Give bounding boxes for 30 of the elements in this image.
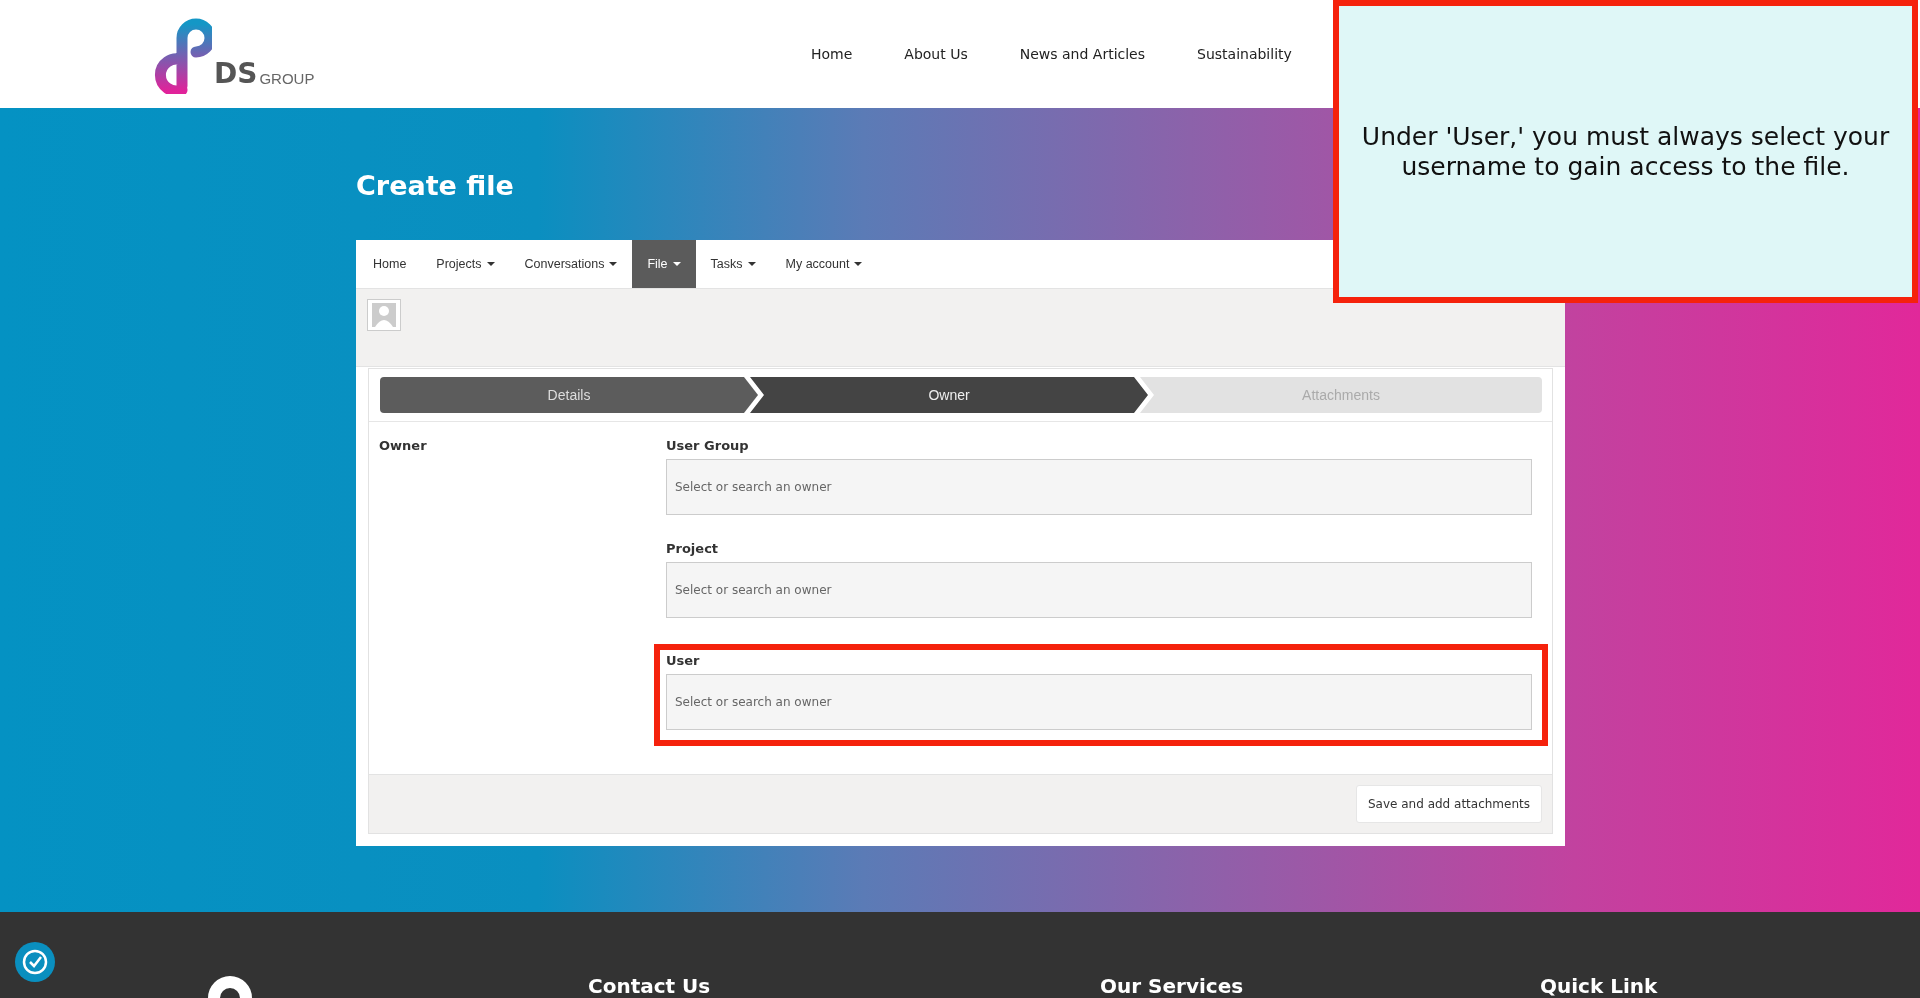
avatar-icon — [367, 299, 401, 331]
menu-tab[interactable]: My account — [770, 240, 878, 288]
wizard-step[interactable]: Details — [380, 377, 758, 413]
nav-link[interactable]: News and Articles — [1019, 38, 1145, 70]
owner-select[interactable]: Select or search an owner — [666, 459, 1532, 515]
logo-text: DS — [214, 60, 258, 88]
logo-subtext: GROUP — [259, 70, 315, 87]
field-label: User — [666, 653, 701, 668]
menu-tab[interactable]: Tasks — [695, 240, 771, 288]
menu-tab[interactable]: Projects — [421, 240, 510, 288]
footer-heading: Our Services — [1100, 974, 1244, 998]
menu-tab[interactable]: Conversations — [509, 240, 633, 288]
footer-heading: Contact Us — [588, 974, 711, 998]
menu-tab[interactable]: Home — [358, 240, 422, 288]
wizard-step[interactable]: Owner — [750, 377, 1148, 413]
callout-text: Under 'User,' you must always select your username to gain access to the file. — [1360, 121, 1891, 182]
save-button[interactable]: Save and add attachments — [1355, 785, 1542, 823]
field-label: User Group — [666, 438, 750, 453]
menu-tab[interactable]: File — [632, 240, 696, 288]
nav-link[interactable]: Home — [811, 38, 853, 70]
owner-select[interactable]: Select or search an owner — [666, 674, 1532, 730]
section-label: Owner — [378, 438, 428, 455]
logo-icon — [152, 16, 212, 94]
footer-logo-icon — [208, 976, 252, 998]
nav-link[interactable]: About Us — [904, 38, 968, 70]
nav-link[interactable]: Sustainability — [1197, 38, 1292, 70]
owner-select[interactable]: Select or search an owner — [666, 562, 1532, 618]
footer-heading: Quick Link — [1540, 974, 1658, 998]
field-label: Project — [666, 541, 720, 556]
accessibility-icon[interactable] — [14, 941, 56, 983]
